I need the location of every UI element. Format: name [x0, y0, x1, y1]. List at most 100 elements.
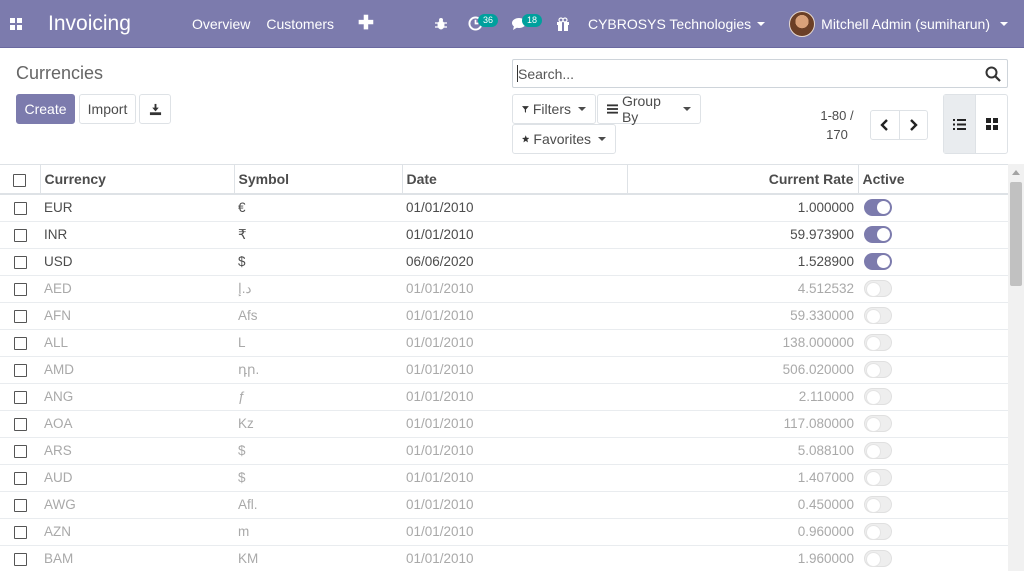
row-checkbox[interactable]	[0, 382, 40, 410]
menu-customers[interactable]: Customers	[266, 16, 334, 32]
filter-icon	[522, 105, 529, 113]
active-toggle[interactable]	[864, 523, 892, 540]
user-menu[interactable]: Mitchell Admin (sumiharun)	[777, 10, 1024, 37]
active-toggle[interactable]	[864, 253, 892, 270]
table-row[interactable]: AED د.إ 01/01/2010 4.512532	[0, 274, 1008, 302]
column-date[interactable]: Date	[401, 165, 627, 195]
pager-buttons	[870, 110, 928, 140]
cell-currency: AED	[40, 274, 234, 302]
active-toggle[interactable]	[864, 361, 892, 378]
gift-icon[interactable]	[546, 0, 580, 48]
list-view-button[interactable]	[944, 95, 976, 153]
row-checkbox[interactable]	[0, 436, 40, 464]
apps-menu-icon[interactable]	[0, 0, 32, 48]
export-button[interactable]	[139, 94, 171, 124]
view-switcher	[943, 94, 1008, 154]
table-row[interactable]: AOA Kz 01/01/2010 117.080000	[0, 409, 1008, 437]
active-toggle[interactable]	[864, 469, 892, 486]
table-row[interactable]: BAM KM 01/01/2010 1.960000	[0, 544, 1008, 571]
pager-value[interactable]: 1-80 / 170	[812, 106, 862, 144]
table-row[interactable]: USD $06/06/2020 1.528900	[0, 247, 1008, 275]
messages-menu[interactable]: 18	[502, 0, 546, 48]
active-toggle[interactable]	[864, 334, 892, 351]
cell-active	[858, 436, 1008, 464]
active-toggle[interactable]	[864, 442, 892, 459]
control-panel: Currencies Create Import Filters Group B…	[0, 48, 1024, 164]
create-button[interactable]: Create	[16, 94, 75, 124]
column-active[interactable]: Active	[857, 165, 1008, 195]
search-icon[interactable]	[985, 66, 1001, 82]
table-row[interactable]: AZN m 01/01/2010 0.960000	[0, 517, 1008, 545]
group-by-button[interactable]: Group By	[597, 93, 701, 125]
active-toggle[interactable]	[864, 415, 892, 432]
search-input[interactable]	[518, 64, 978, 84]
active-toggle[interactable]	[864, 550, 892, 568]
app-brand[interactable]: Invoicing	[48, 12, 176, 36]
active-toggle[interactable]	[864, 307, 892, 324]
activity-menu[interactable]: 36	[458, 0, 502, 48]
row-checkbox[interactable]	[0, 193, 40, 221]
row-checkbox[interactable]	[0, 355, 40, 383]
cell-current-rate: 2.110000	[627, 382, 858, 410]
active-toggle[interactable]	[864, 496, 892, 513]
import-button[interactable]: Import	[79, 94, 136, 124]
cell-current-rate: 138.000000	[627, 328, 858, 356]
table-row[interactable]: ANG ƒ 01/01/2010 2.110000	[0, 382, 1008, 410]
cell-date: 01/01/2010	[402, 328, 627, 356]
cell-symbol: դր.	[234, 355, 402, 383]
select-all-checkbox[interactable]	[0, 165, 40, 195]
cell-current-rate: 59.330000	[627, 301, 858, 329]
avatar	[789, 10, 816, 37]
row-checkbox[interactable]	[0, 409, 40, 437]
kanban-view-button[interactable]	[976, 95, 1007, 153]
next-page-button[interactable]	[900, 111, 928, 139]
row-checkbox[interactable]	[0, 247, 40, 275]
company-switcher[interactable]: CYBROSYS Technologies	[580, 16, 777, 32]
row-checkbox[interactable]	[0, 328, 40, 356]
row-checkbox[interactable]	[0, 274, 40, 302]
cell-date: 01/01/2010	[402, 409, 627, 437]
table-row[interactable]: ALL L 01/01/2010 138.000000	[0, 328, 1008, 356]
table-row[interactable]: AMD դր. 01/01/2010 506.020000	[0, 355, 1008, 383]
row-checkbox[interactable]	[0, 220, 40, 248]
table-row[interactable]: ARS $01/01/2010 5.088100	[0, 436, 1008, 464]
filters-button[interactable]: Filters	[512, 94, 596, 124]
column-symbol[interactable]: Symbol	[233, 165, 402, 195]
row-checkbox[interactable]	[0, 463, 40, 491]
cell-currency: INR	[40, 220, 234, 248]
cell-active	[858, 409, 1008, 437]
cell-date: 01/01/2010	[402, 220, 627, 248]
previous-page-button[interactable]	[871, 111, 900, 139]
active-toggle[interactable]	[864, 199, 892, 217]
row-checkbox[interactable]	[0, 544, 40, 571]
debug-icon[interactable]	[424, 0, 458, 48]
table-row[interactable]: AUD $01/01/2010 1.407000	[0, 463, 1008, 491]
search-bar[interactable]	[512, 59, 1008, 88]
cell-symbol: $	[234, 247, 402, 275]
add-menu-icon[interactable]: ✚	[358, 12, 374, 35]
row-checkbox[interactable]	[0, 517, 40, 545]
column-currency[interactable]: Currency	[39, 165, 234, 195]
cell-date: 01/01/2010	[402, 463, 627, 491]
table-row[interactable]: AFN Afs 01/01/2010 59.330000	[0, 301, 1008, 329]
cell-active	[858, 382, 1008, 410]
scrollbar-thumb[interactable]	[1010, 182, 1022, 286]
cell-currency: AFN	[40, 301, 234, 329]
active-toggle[interactable]	[864, 280, 892, 297]
cell-active	[858, 355, 1008, 383]
menu-overview[interactable]: Overview	[192, 16, 250, 32]
table-row[interactable]: INR ₹01/01/2010 59.973900	[0, 220, 1008, 248]
scroll-up-icon[interactable]	[1012, 170, 1020, 175]
row-checkbox[interactable]	[0, 490, 40, 518]
scrollbar[interactable]	[1008, 164, 1024, 571]
table-row[interactable]: EUR €01/01/2010 1.000000	[0, 193, 1008, 221]
column-current-rate[interactable]: Current Rate	[626, 165, 858, 195]
favorites-label: Favorites	[533, 131, 591, 147]
cell-active	[858, 517, 1008, 545]
active-toggle[interactable]	[864, 388, 892, 405]
cell-currency: AZN	[40, 517, 234, 545]
row-checkbox[interactable]	[0, 301, 40, 329]
active-toggle[interactable]	[864, 226, 892, 243]
table-row[interactable]: AWG Afl. 01/01/2010 0.450000	[0, 490, 1008, 518]
favorites-button[interactable]: Favorites	[512, 124, 616, 154]
